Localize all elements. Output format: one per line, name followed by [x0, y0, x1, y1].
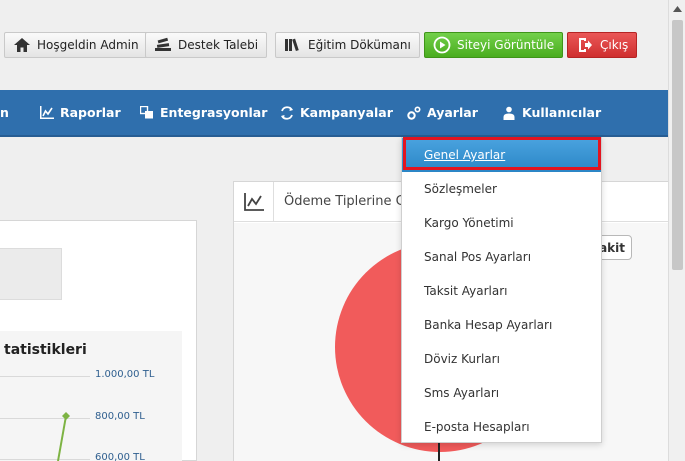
nav-label-campaigns: Kampanyalar — [300, 105, 393, 120]
view-site-label: Siteyi Görüntüle — [457, 38, 555, 52]
scroll-thumb[interactable] — [672, 20, 683, 270]
nav-item-users[interactable]: Kullanıcılar — [502, 90, 601, 135]
chart-icon — [40, 106, 54, 120]
users-icon — [502, 106, 516, 120]
training-docs-label: Eğitim Dökümanı — [308, 38, 411, 52]
welcome-admin-label: Hoşgeldin Admin — [37, 38, 139, 52]
stack-icon — [154, 36, 172, 54]
nav-item-partial-label: n — [0, 105, 9, 120]
play-circle-icon — [433, 36, 451, 54]
refresh-icon — [280, 105, 294, 120]
payment-filter-button[interactable]: akit — [598, 235, 632, 260]
y-axis-label: 1.000,00 TL — [95, 369, 155, 380]
top-toolbar: Hoşgeldin Admin Destek Talebi Eğitim Dök… — [0, 0, 668, 90]
statistics-line-series — [57, 412, 70, 461]
logout-button[interactable]: Çıkış — [567, 32, 638, 58]
puzzle-icon — [140, 106, 154, 120]
menu-item-virtual-pos[interactable]: Sanal Pos Ayarları — [402, 240, 601, 274]
nav-item-campaigns[interactable]: Kampanyalar — [280, 90, 393, 135]
menu-item-sms-settings[interactable]: Sms Ayarları — [402, 376, 601, 410]
home-icon — [13, 36, 31, 54]
settings-dropdown: Genel Ayarlar Sözleşmeler Kargo Yönetimi… — [401, 137, 602, 443]
training-docs-button[interactable]: Eğitim Dökümanı — [275, 32, 420, 58]
menu-item-email-accounts[interactable]: E-posta Hesapları — [402, 410, 601, 444]
scroll-up-arrow-icon[interactable] — [669, 0, 685, 17]
nav-item-partial[interactable]: n — [0, 90, 9, 135]
menu-item-contracts[interactable]: Sözleşmeler — [402, 172, 601, 206]
nav-label-integrations: Entegrasyonlar — [160, 105, 268, 120]
menu-item-shipping[interactable]: Kargo Yönetimi — [402, 206, 601, 240]
logout-icon — [576, 36, 594, 54]
nav-item-integrations[interactable]: Entegrasyonlar — [140, 90, 267, 135]
page-scrollbar[interactable] — [668, 0, 685, 461]
nav-item-settings[interactable]: Ayarlar — [407, 90, 478, 135]
payment-types-title: Ödeme Tiplerine G — [284, 194, 406, 209]
menu-item-installments[interactable]: Taksit Ayarları — [402, 274, 601, 308]
nav-item-reports[interactable]: Raporlar — [40, 90, 121, 135]
menu-item-exchange-rates[interactable]: Döviz Kurları — [402, 342, 601, 376]
logout-label: Çıkış — [600, 38, 629, 52]
line-chart-icon — [234, 182, 274, 222]
gridline — [0, 376, 90, 377]
y-axis-label: 800,00 TL — [95, 411, 145, 422]
menu-item-general-settings[interactable]: Genel Ayarlar — [402, 138, 601, 172]
gears-icon — [407, 105, 421, 120]
view-site-button[interactable]: Siteyi Görüntüle — [424, 32, 564, 58]
summary-box — [0, 248, 62, 300]
nav-label-users: Kullanıcılar — [522, 105, 602, 120]
y-axis-label: 600,00 TL — [95, 452, 145, 461]
nav-label-settings: Ayarlar — [427, 105, 478, 120]
support-ticket-label: Destek Talebi — [178, 38, 259, 52]
statistics-chart-title: tatistikleri — [4, 342, 87, 358]
welcome-admin-button[interactable]: Hoşgeldin Admin — [4, 32, 148, 58]
books-icon — [284, 36, 302, 54]
main-nav: n Raporlar Entegrasyonlar Kampanyalar Ay… — [0, 90, 668, 137]
nav-label-reports: Raporlar — [60, 105, 121, 120]
pie-divider — [438, 442, 440, 461]
support-ticket-button[interactable]: Destek Talebi — [145, 32, 268, 58]
menu-item-bank-accounts[interactable]: Banka Hesap Ayarları — [402, 308, 601, 342]
